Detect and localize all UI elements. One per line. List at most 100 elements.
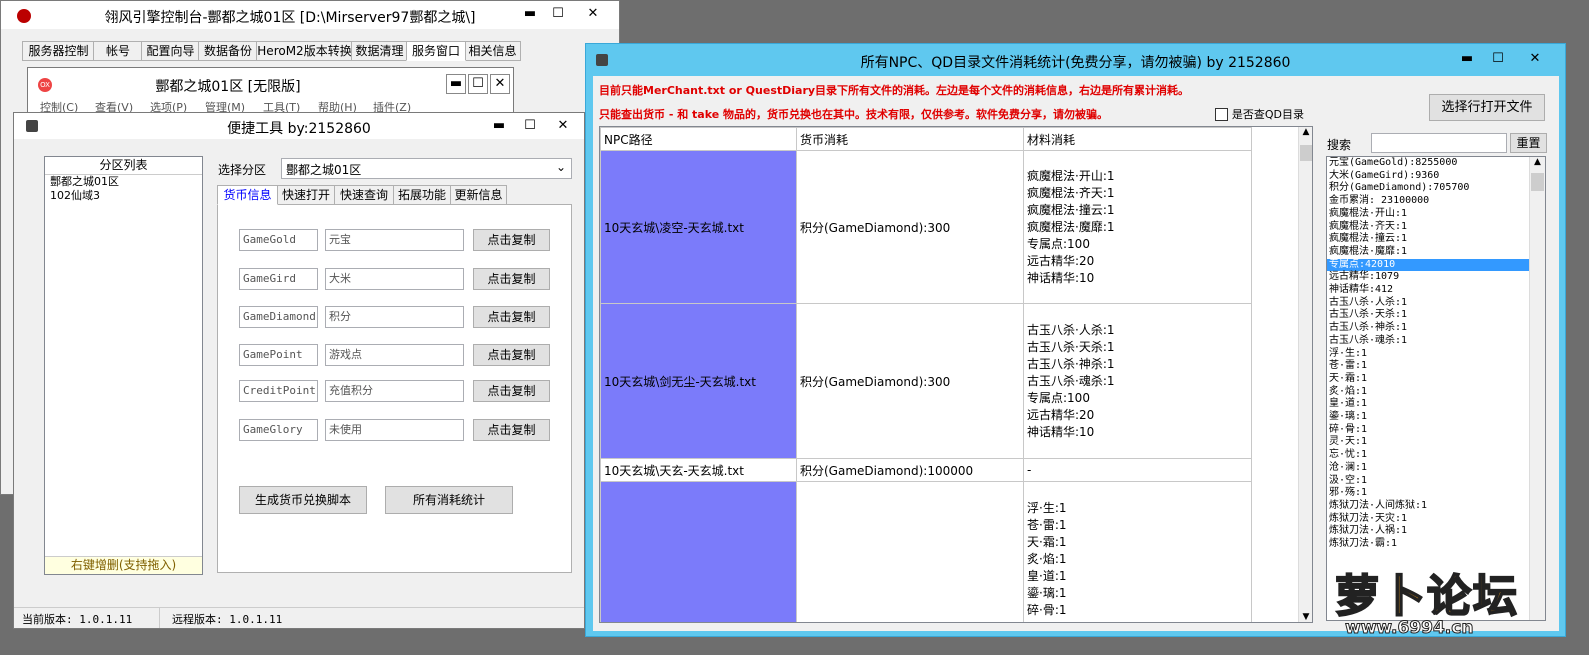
total-item[interactable]: 天·霜:1 [1327, 373, 1530, 386]
copy-button[interactable]: 点击复制 [473, 306, 550, 328]
qd-checkbox[interactable]: 是否查QD目录 [1215, 106, 1304, 122]
console-tab[interactable]: 数据清理 [351, 41, 408, 61]
total-item[interactable]: 苍·雷:1 [1327, 360, 1530, 373]
table-row[interactable]: 10天玄城\凌空-天玄城.txt 积分(GameDiamond):300 疯魔棍法·… [600, 150, 1252, 304]
total-item[interactable]: 炼狱刀法·人间炼狱:1 [1327, 500, 1530, 513]
scroll-up-icon[interactable]: ▲ [1299, 127, 1312, 137]
total-item[interactable]: 沧·澜:1 [1327, 462, 1530, 475]
partition-select[interactable]: 酆都之城01区 ⌄ [281, 158, 572, 179]
total-item[interactable]: 远古精华:1079 [1327, 271, 1530, 284]
table-row[interactable]: 10天玄城\天玄-天玄城.txt 积分(GameDiamond):100000- [600, 458, 1252, 482]
npc-path-cell[interactable]: 10天玄城\天玄-天玄城.txt [600, 458, 797, 482]
materials-cell[interactable]: 疯魔棍法·开山:1 疯魔棍法·齐天:1 疯魔棍法·撞云:1 疯魔棍法·魔靡:1 专属点:… [1023, 150, 1252, 304]
tool-tab[interactable]: 快速打开 [277, 185, 335, 205]
all-stats-button[interactable]: 所有消耗统计 [385, 486, 513, 514]
currency-cell[interactable]: 积分(GameDiamond):300 [796, 303, 1024, 459]
copy-button[interactable]: 点击复制 [473, 380, 550, 402]
currency-code-field[interactable]: GameDiamond [239, 306, 318, 328]
total-item[interactable]: 炼狱刀法·天灾:1 [1327, 513, 1530, 526]
total-item[interactable]: 皇·道:1 [1327, 398, 1530, 411]
console-tab[interactable]: 帐号 [93, 41, 143, 61]
scroll-down-icon[interactable]: ▼ [1299, 612, 1312, 622]
checkbox-box[interactable] [1215, 107, 1228, 121]
tool-tab[interactable]: 更新信息 [450, 185, 507, 205]
tool-tab[interactable]: 拓展功能 [393, 185, 451, 205]
currency-name-field[interactable]: 大米 [325, 268, 464, 290]
tool-close-button[interactable]: ✕ [549, 115, 577, 137]
tool-tab[interactable]: 货币信息 [217, 185, 278, 205]
total-item[interactable]: 大米(GameGird):9360 [1327, 170, 1530, 183]
reset-button[interactable]: 重置 [1510, 133, 1547, 153]
materials-cell[interactable]: 古玉八杀·人杀:1 古玉八杀·天杀:1 古玉八杀·神杀:1 古玉八杀·魂杀:1 专属点:… [1023, 303, 1252, 459]
totals-scroll-thumb[interactable] [1531, 173, 1544, 191]
console-tab[interactable]: 服务窗口 [406, 41, 466, 61]
currency-code-field[interactable]: GameGold [239, 229, 318, 251]
column-header[interactable]: NPC路径 [600, 127, 797, 151]
total-item[interactable]: 积分(GameDiamond):705700 [1327, 182, 1530, 195]
currency-cell[interactable]: 积分(GameDiamond):300 [796, 150, 1024, 304]
currency-code-field[interactable]: GameGird [239, 268, 318, 290]
currency-name-field[interactable]: 未使用 [325, 419, 464, 441]
total-item[interactable]: 专属点:42010 [1327, 258, 1530, 272]
total-item[interactable]: 炙·焰:1 [1327, 386, 1530, 399]
console-tab[interactable]: HeroM2版本转换 [256, 41, 353, 61]
minimize-button[interactable]: ▬ [516, 3, 544, 25]
table-row[interactable]: 10天玄城\剑无尘-天玄城.txt 积分(GameDiamond):300 古玉八杀… [600, 303, 1252, 459]
total-item[interactable]: 古玉八杀·天杀:1 [1327, 309, 1530, 322]
currency-code-field[interactable]: CreditPoint [239, 380, 318, 402]
copy-button[interactable]: 点击复制 [473, 229, 550, 251]
currency-cell[interactable] [796, 481, 1024, 622]
tool-maximize-button[interactable]: ☐ [516, 115, 544, 137]
total-item[interactable]: 碎·骨:1 [1327, 424, 1530, 437]
totals-list[interactable]: 元宝(GameGold):8255000 大米(GameGird):9360 积分(… [1326, 156, 1546, 621]
open-selected-file-button[interactable]: 选择行打开文件 [1429, 94, 1545, 121]
currency-name-field[interactable]: 积分 [325, 306, 464, 328]
copy-button[interactable]: 点击复制 [473, 344, 550, 366]
total-item[interactable]: 邪·殇:1 [1327, 487, 1530, 500]
maximize-button[interactable]: ☐ [544, 3, 572, 25]
total-item[interactable]: 神话精华:412 [1327, 284, 1530, 297]
close-button[interactable]: ✕ [579, 3, 607, 25]
scroll-thumb[interactable] [1300, 145, 1312, 161]
total-item[interactable]: 炼狱刀法·霸:1 [1327, 538, 1530, 551]
totals-scrollbar[interactable]: ▲ [1529, 157, 1545, 620]
column-header[interactable]: 材料消耗 [1023, 127, 1252, 151]
total-item[interactable]: 古玉八杀·人杀:1 [1327, 297, 1530, 310]
partition-item[interactable]: 酆都之城01区 [45, 175, 202, 189]
total-item[interactable]: 疯魔棍法·齐天:1 [1327, 221, 1530, 234]
npc-path-cell[interactable]: 10天玄城\凌空-天玄城.txt [600, 150, 797, 304]
table-scrollbar[interactable]: ▲ ▼ [1298, 127, 1312, 622]
stats-maximize-button[interactable]: ☐ [1484, 48, 1512, 70]
currency-name-field[interactable]: 游戏点 [325, 344, 464, 366]
total-item[interactable]: 古玉八杀·魂杀:1 [1327, 335, 1530, 348]
materials-cell[interactable]: 浮·生:1 苍·雷:1 天·霜:1 炙·焰:1 皇·道:1 鎏·璃:1 碎·骨:1 [1023, 481, 1252, 622]
totals-scroll-up-icon[interactable]: ▲ [1530, 157, 1545, 167]
currency-name-field[interactable]: 元宝 [325, 229, 464, 251]
total-item[interactable]: 灵·天:1 [1327, 436, 1530, 449]
stats-minimize-button[interactable]: ▬ [1453, 48, 1481, 70]
currency-code-field[interactable]: GameGlory [239, 419, 318, 441]
inner-maximize-button[interactable]: ☐ [468, 74, 488, 94]
inner-minimize-button[interactable]: ▬ [446, 74, 466, 94]
partition-item[interactable]: 102仙域3 [45, 189, 202, 203]
tool-minimize-button[interactable]: ▬ [485, 115, 513, 137]
total-item[interactable]: 浮·生:1 [1327, 348, 1530, 361]
npc-path-cell[interactable]: 10天玄城\剑无尘-天玄城.txt [600, 303, 797, 459]
total-item[interactable]: 鎏·璃:1 [1327, 411, 1530, 424]
generate-script-button[interactable]: 生成货币兑换脚本 [239, 486, 367, 514]
total-item[interactable]: 金币累消: 23100000 [1327, 195, 1530, 208]
total-item[interactable]: 疯魔棍法·撞云:1 [1327, 233, 1530, 246]
tool-tab[interactable]: 快速查询 [334, 185, 394, 205]
materials-cell[interactable]: - [1023, 458, 1252, 482]
total-item[interactable]: 元宝(GameGold):8255000 [1327, 157, 1530, 170]
total-item[interactable]: 疯魔棍法·魔靡:1 [1327, 246, 1530, 259]
console-tab[interactable]: 服务器控制 [22, 41, 95, 61]
total-item[interactable]: 忘·忧:1 [1327, 449, 1530, 462]
total-item[interactable]: 疯魔棍法·开山:1 [1327, 208, 1530, 221]
copy-button[interactable]: 点击复制 [473, 268, 550, 290]
console-tab[interactable]: 配置向导 [141, 41, 200, 61]
console-tab[interactable]: 相关信息 [464, 41, 521, 61]
search-input[interactable] [1371, 133, 1507, 153]
npc-path-cell[interactable] [600, 481, 797, 622]
column-header[interactable]: 货币消耗 [796, 127, 1024, 151]
